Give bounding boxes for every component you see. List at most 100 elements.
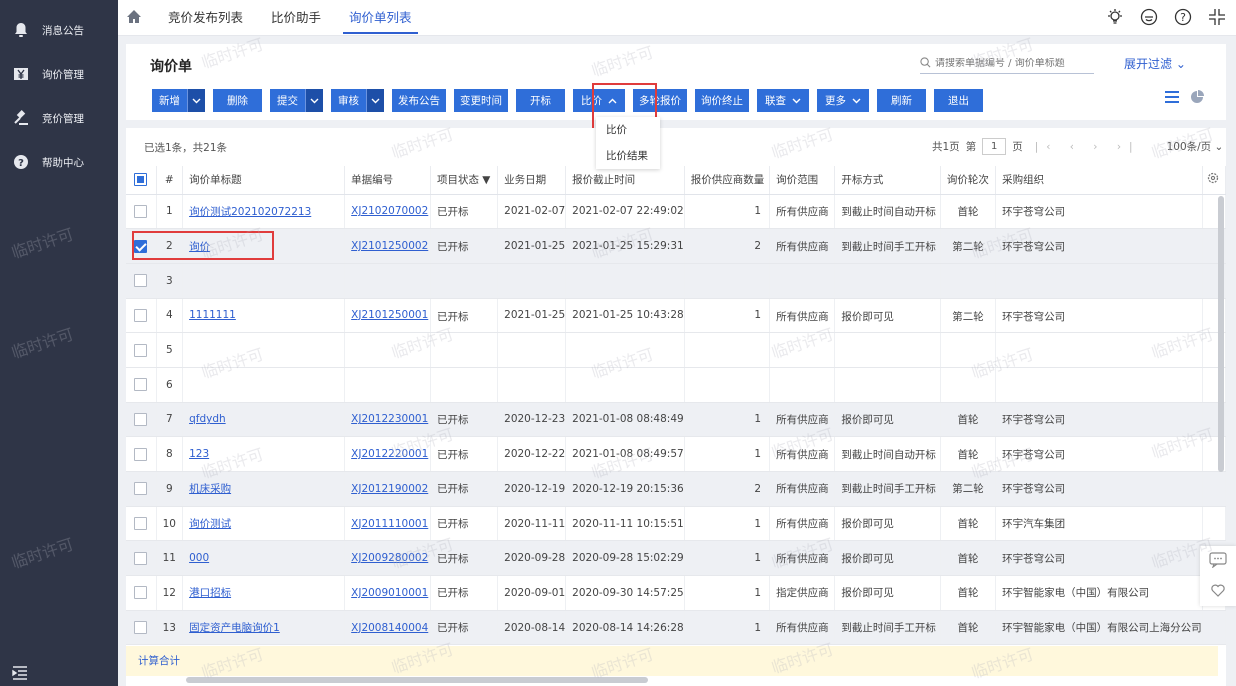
sidebar-item-inquiry[interactable]: 询价管理 bbox=[0, 52, 118, 96]
search-input[interactable] bbox=[935, 58, 1085, 69]
lightbulb-icon[interactable] bbox=[1106, 8, 1126, 28]
menu-item-compare-result[interactable]: 比价结果 bbox=[596, 143, 660, 169]
collapse-menu-icon[interactable] bbox=[12, 666, 30, 680]
column-header[interactable]: 业务日期 bbox=[497, 166, 567, 195]
row-checkbox[interactable] bbox=[126, 194, 157, 230]
column-header[interactable]: 报价供应商数量 bbox=[684, 166, 771, 195]
title-cell[interactable]: 000 bbox=[182, 540, 346, 577]
code-link[interactable]: XJ2102070002 bbox=[351, 205, 428, 217]
code-link[interactable]: XJ2011110001 bbox=[351, 518, 428, 530]
title-link[interactable]: qfdydh bbox=[189, 413, 226, 425]
code-cell[interactable]: XJ2012230001 bbox=[344, 402, 431, 438]
chevron-down-icon[interactable] bbox=[187, 89, 205, 112]
row-checkbox[interactable] bbox=[126, 332, 157, 368]
column-header[interactable]: 开标方式 bbox=[834, 166, 941, 195]
code-link[interactable]: XJ2012230001 bbox=[351, 413, 428, 425]
table-row[interactable]: 13 固定资产电脑询价1 XJ2008140004 已开标 2020-08-14 2020… bbox=[126, 610, 1227, 646]
column-header-status[interactable]: 项目状态 ▼ bbox=[430, 166, 499, 195]
code-link[interactable]: XJ2009280002 bbox=[351, 552, 428, 564]
column-header[interactable]: 报价截止时间 bbox=[565, 166, 685, 195]
title-link[interactable]: 000 bbox=[189, 552, 209, 564]
change-time-button[interactable]: 变更时间 bbox=[454, 89, 508, 112]
code-link[interactable]: XJ2009010001 bbox=[351, 587, 428, 599]
title-link[interactable]: 机床采购 bbox=[189, 483, 231, 495]
title-cell[interactable]: qfdydh bbox=[182, 402, 346, 438]
publish-notice-button[interactable]: 发布公告 bbox=[392, 89, 446, 112]
chevron-down-icon[interactable] bbox=[305, 89, 323, 112]
row-checkbox[interactable] bbox=[126, 540, 157, 577]
search-icon[interactable] bbox=[920, 56, 931, 71]
pager-arrows-icon[interactable]: |‹ ‹ › ›| bbox=[1035, 141, 1141, 153]
table-row[interactable]: 8 123 XJ2012220001 已开标 2020-12-22 2021-01-08 … bbox=[126, 436, 1227, 472]
tab-inquiry-list[interactable]: 询价单列表 bbox=[335, 0, 426, 36]
code-cell[interactable]: XJ2102070002 bbox=[344, 194, 431, 230]
code-cell[interactable]: XJ2012220001 bbox=[344, 436, 431, 472]
row-checkbox[interactable] bbox=[126, 575, 157, 611]
code-cell[interactable]: XJ2009010001 bbox=[344, 575, 431, 611]
code-cell[interactable] bbox=[344, 263, 431, 299]
table-row[interactable]: 6 bbox=[126, 367, 1227, 403]
table-row[interactable]: 7 qfdydh XJ2012230001 已开标 2020-12-23 2021-01-… bbox=[126, 402, 1227, 438]
title-cell[interactable] bbox=[182, 332, 346, 368]
table-row[interactable]: 10 询价测试 XJ2011110001 已开标 2020-11-11 2020-11-1… bbox=[126, 506, 1227, 542]
column-header[interactable]: 采购组织 bbox=[995, 166, 1203, 195]
horizontal-scrollbar[interactable] bbox=[186, 677, 648, 683]
gear-icon[interactable] bbox=[1202, 166, 1227, 195]
table-row[interactable]: 5 bbox=[126, 332, 1227, 368]
title-cell[interactable]: 港口招标 bbox=[182, 575, 346, 611]
question-icon[interactable]: ? bbox=[1174, 8, 1194, 28]
title-link[interactable]: 123 bbox=[189, 448, 209, 460]
code-link[interactable]: XJ2101250002 bbox=[351, 240, 428, 252]
shrink-icon[interactable] bbox=[1208, 8, 1228, 28]
row-checkbox[interactable] bbox=[126, 367, 157, 403]
add-button[interactable]: 新增 bbox=[152, 89, 205, 112]
vertical-scrollbar[interactable] bbox=[1218, 196, 1224, 472]
code-cell[interactable] bbox=[344, 367, 431, 403]
code-cell[interactable]: XJ2101250001 bbox=[344, 298, 431, 334]
filter-icon[interactable]: ▼ bbox=[482, 174, 490, 186]
code-cell[interactable]: XJ2011110001 bbox=[344, 506, 431, 542]
code-cell[interactable]: XJ2009280002 bbox=[344, 540, 431, 577]
sidebar-item-bidding[interactable]: 竞价管理 bbox=[0, 96, 118, 140]
home-icon[interactable] bbox=[126, 9, 144, 27]
table-row[interactable]: 11 000 XJ2009280002 已开标 2020-09-28 2020-09-28… bbox=[126, 540, 1227, 577]
submit-button[interactable]: 提交 bbox=[270, 89, 323, 112]
row-checkbox[interactable] bbox=[126, 506, 157, 542]
tab-bid-publish-list[interactable]: 竞价发布列表 bbox=[154, 0, 257, 36]
title-link[interactable]: 港口招标 bbox=[189, 587, 231, 599]
list-view-icon[interactable] bbox=[1164, 90, 1180, 107]
table-row[interactable]: 1 询价测试202102072213 XJ2102070002 已开标 2021-02-… bbox=[126, 194, 1227, 230]
title-link[interactable]: 询价测试202102072213 bbox=[189, 206, 311, 218]
pie-chart-icon[interactable] bbox=[1190, 90, 1204, 107]
code-link[interactable]: XJ2012190002 bbox=[351, 483, 428, 495]
page-size-select[interactable]: 100条/页 ⌄ bbox=[1167, 139, 1224, 154]
menu-item-compare[interactable]: 比价 bbox=[596, 117, 660, 143]
row-checkbox[interactable] bbox=[126, 298, 157, 334]
exit-button[interactable]: 退出 bbox=[934, 89, 983, 112]
tab-compare-assistant[interactable]: 比价助手 bbox=[257, 0, 335, 36]
title-link[interactable]: 询价测试 bbox=[189, 518, 231, 530]
table-row[interactable]: 12 港口招标 XJ2009010001 已开标 2020-09-01 2020-09-3… bbox=[126, 575, 1227, 611]
row-checkbox[interactable] bbox=[126, 610, 157, 646]
column-header[interactable]: 询价轮次 bbox=[940, 166, 997, 195]
title-link[interactable]: 固定资产电脑询价1 bbox=[189, 622, 280, 634]
table-row[interactable]: 4 1111111 XJ2101250001 已开标 2021-01-25 2021-01… bbox=[126, 298, 1227, 334]
title-cell[interactable]: 机床采购 bbox=[182, 471, 346, 507]
open-bid-button[interactable]: 开标 bbox=[516, 89, 565, 112]
table-row[interactable]: 2 询价 XJ2101250002 已开标 2021-01-25 2021-01-25 1… bbox=[126, 228, 1227, 264]
title-cell[interactable] bbox=[182, 263, 346, 299]
refresh-button[interactable]: 刷新 bbox=[877, 89, 926, 112]
title-cell[interactable]: 123 bbox=[182, 436, 346, 472]
title-cell[interactable]: 固定资产电脑询价1 bbox=[182, 610, 346, 646]
column-header[interactable]: 询价单标题 bbox=[182, 166, 346, 195]
table-row[interactable]: 9 机床采购 XJ2012190002 已开标 2020-12-19 2020-12-19… bbox=[126, 471, 1227, 507]
row-checkbox[interactable] bbox=[126, 402, 157, 438]
select-all-checkbox[interactable] bbox=[126, 166, 157, 195]
code-link[interactable]: XJ2008140004 bbox=[351, 622, 428, 634]
column-header[interactable]: 单据编号 bbox=[344, 166, 431, 195]
query-button[interactable]: 联查 bbox=[757, 89, 809, 112]
code-cell[interactable]: XJ2012190002 bbox=[344, 471, 431, 507]
table-row[interactable]: 3 bbox=[126, 263, 1227, 299]
column-header[interactable]: 询价范围 bbox=[769, 166, 836, 195]
delete-button[interactable]: 删除 bbox=[213, 89, 262, 112]
